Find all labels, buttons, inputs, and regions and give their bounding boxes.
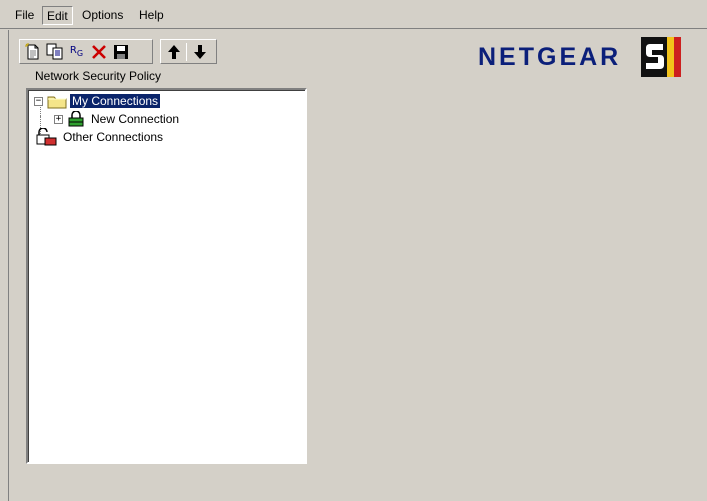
move-down-button[interactable]	[189, 41, 210, 62]
move-up-icon	[167, 44, 180, 59]
menu-options[interactable]: Options	[78, 6, 127, 25]
move-down-icon	[193, 44, 206, 59]
expand-toggle[interactable]: +	[54, 114, 63, 124]
status-area	[9, 490, 707, 501]
menu-edit[interactable]: Edit	[42, 6, 73, 25]
rename-button[interactable]: RG	[66, 41, 87, 62]
folder-icon	[47, 96, 67, 108]
menu-bar: File Edit Options Help	[0, 0, 707, 29]
policy-tree[interactable]: − My Connections + New Connection Other …	[26, 88, 307, 464]
tree-connector	[40, 116, 41, 124]
logo-text: NETGEAR	[478, 43, 622, 71]
tree-item-label: New Connection	[91, 112, 180, 126]
new-document-icon	[24, 42, 38, 59]
tree-item-other-connections[interactable]: Other Connections	[36, 128, 165, 146]
tree-item-new-connection[interactable]: + New Connection	[54, 110, 181, 128]
delete-icon	[91, 44, 106, 59]
collapse-toggle[interactable]: −	[34, 96, 43, 106]
menu-help[interactable]: Help	[135, 6, 168, 25]
netgear-logo: NETGEAR	[478, 37, 684, 77]
application-window: File Edit Options Help RG NETGEAR Networ…	[0, 0, 707, 501]
logo-mark-icon	[641, 37, 681, 77]
unsecure-connection-icon	[36, 128, 57, 146]
policy-title: Network Security Policy	[35, 69, 162, 83]
menu-file[interactable]: File	[11, 6, 38, 25]
main-area: RG NETGEAR Network Security Policy − My …	[8, 30, 707, 501]
save-icon	[113, 44, 128, 59]
copy-icon	[46, 43, 62, 59]
edit-toolbar: RG	[19, 39, 153, 64]
toolbar-separator	[186, 42, 187, 61]
order-toolbar	[160, 39, 217, 64]
rename-icon: RG	[69, 45, 84, 58]
secure-connection-icon	[68, 111, 84, 127]
tree-item-my-connections[interactable]: − My Connections	[34, 92, 161, 110]
tree-item-label: Other Connections	[63, 130, 164, 144]
copy-button[interactable]	[44, 41, 65, 62]
tree-item-label: My Connections	[70, 94, 161, 108]
new-document-button[interactable]	[22, 41, 43, 62]
move-up-button[interactable]	[163, 41, 184, 62]
save-button[interactable]	[110, 41, 131, 62]
delete-button[interactable]	[88, 41, 109, 62]
